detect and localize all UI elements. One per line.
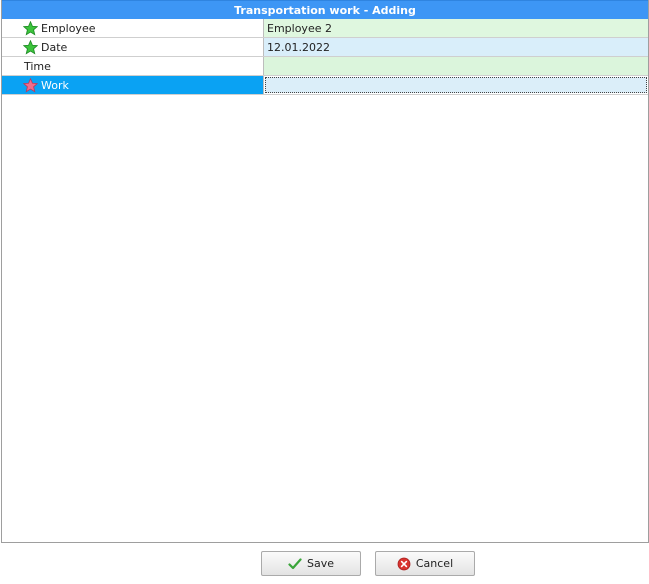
cancel-button-label: Cancel [415, 557, 454, 570]
green-star-icon [23, 40, 38, 55]
field-label-cell: Employee [2, 19, 264, 37]
employee-field[interactable]: Employee 2 [264, 19, 648, 37]
field-label-cell: Date [2, 38, 264, 56]
form-title: Transportation work - Adding [2, 0, 648, 19]
field-row-date[interactable]: Date 12.01.2022 [2, 38, 648, 57]
field-row-time[interactable]: Time [2, 57, 648, 76]
save-button[interactable]: Save [261, 551, 361, 576]
pink-star-icon [23, 78, 38, 93]
field-row-work[interactable]: Work [2, 76, 648, 95]
time-field[interactable] [264, 57, 648, 75]
checkmark-icon [288, 557, 302, 569]
field-label-cell: Time [2, 57, 264, 75]
field-label: Work [41, 78, 69, 92]
work-field[interactable] [265, 77, 647, 93]
field-label: Date [41, 40, 68, 54]
form-panel: Transportation work - Adding Employee Em… [1, 0, 649, 543]
green-star-icon [23, 21, 38, 36]
field-label: Employee [41, 21, 96, 35]
cancel-button[interactable]: Cancel [375, 551, 475, 576]
field-label-cell: Work [2, 76, 264, 94]
field-label: Time [24, 59, 51, 73]
save-button-label: Save [306, 557, 334, 570]
cancel-icon [397, 557, 411, 570]
field-row-employee[interactable]: Employee Employee 2 [2, 19, 648, 38]
date-field[interactable]: 12.01.2022 [264, 38, 648, 56]
